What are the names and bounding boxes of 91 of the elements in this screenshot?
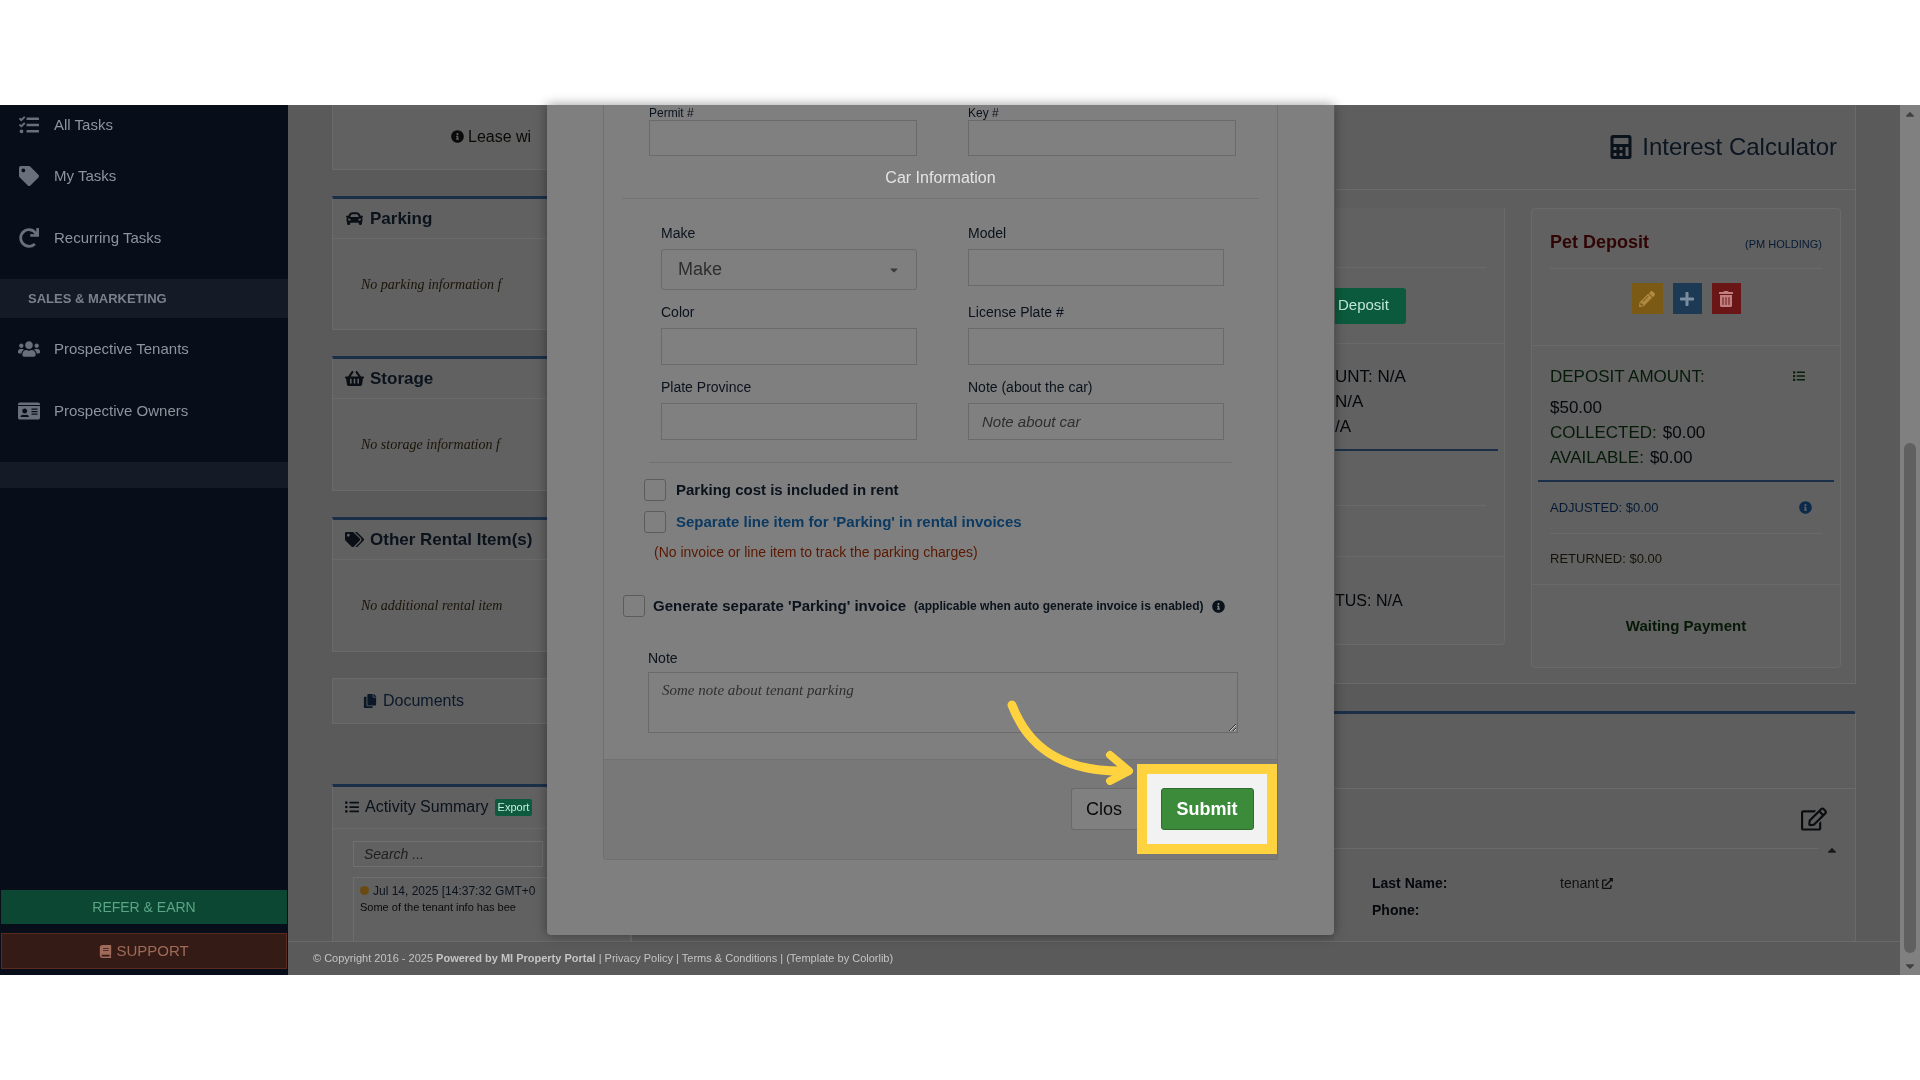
sidebar-icon [18,228,40,248]
panel-title: Other Rental Item(s) [370,528,533,551]
info-icon [1211,599,1225,613]
amount-value: $0.00 [1662,422,1706,444]
sidebar-item[interactable]: All Tasks [54,113,113,137]
entry-text: Some of the tenant info has bee [360,899,517,914]
scrollbar[interactable] [1900,105,1920,975]
scroll-thumb[interactable] [1904,443,1916,953]
amount-label: AVAILABLE: [1550,447,1644,469]
panel-title: Documents [383,690,464,711]
warning-text: (No invoice or line item to track the parking charges) [654,543,979,562]
info-icon [451,130,464,144]
sidebar-icon [18,115,40,135]
checkbox[interactable] [644,479,666,502]
lease-note: Lease wi [468,126,532,147]
card-title: Pet Deposit [1550,231,1650,254]
info-icon [1799,501,1812,514]
empty-note: No additional rental item [361,596,503,615]
empty-note: No parking information f [361,275,502,294]
checkbox-label: Separate line item for 'Parking' in rental invoices [676,511,1022,532]
status-line: TUS: N/A [1335,590,1403,611]
tags-icon [345,531,364,549]
checkbox-label: Parking cost is included in rent [676,480,899,500]
field-label: Plate Province [661,378,753,397]
field-label: License Plate # [968,303,1065,322]
amount-label: DEPOSIT AMOUNT: [1550,366,1706,388]
export-button[interactable]: Export [494,799,533,816]
empty-note: No storage information f [361,436,500,455]
holding-label: (PM HOLDING) [1745,236,1822,252]
list-icon [345,800,359,815]
plus-icon [1679,290,1695,307]
note-textarea[interactable]: Some note about tenant parking [648,671,1238,733]
panel-title: Parking [370,207,433,230]
edit-icon [1801,806,1827,831]
add-button[interactable] [1672,283,1702,314]
refer-button[interactable]: REFER & EARN [1,890,287,924]
sidebar-item[interactable]: Recurring Tasks [54,226,162,250]
contact-label: Last Name: [1372,874,1449,894]
search-field[interactable]: Search ... [353,840,543,867]
delete-button[interactable] [1711,283,1741,314]
calculator-icon [1610,135,1633,159]
hint-text: (applicable when auto generate invoice is enabled) [914,598,1204,616]
panel-title: Storage [370,368,434,391]
field-label: Make [661,224,697,243]
returned-text: RETURNED: $0.00 [1550,550,1662,569]
deposit-button[interactable]: Deposit [1335,287,1406,324]
deposit-line: /A [1335,416,1353,438]
field-label: Note [648,648,679,668]
sidebar-item[interactable]: Prospective Tenants [54,337,189,361]
car-icon [345,209,364,227]
contact-value: tenant [1560,874,1599,894]
checkbox[interactable] [644,510,666,533]
external-link-icon[interactable] [1601,878,1613,890]
payment-status: Waiting Payment [1625,615,1747,636]
deposit-line: UNT: N/A [1335,366,1407,388]
sidebar-icon [18,339,40,359]
make-select[interactable]: Make [661,249,917,290]
submit-button[interactable]: Submit [1160,788,1254,831]
book-icon [99,944,113,958]
entry-date: Jul 14, 2025 [14:37:32 GMT+0 [373,882,536,900]
text-field[interactable]: Note about car [968,403,1224,440]
field-label: Key # [968,107,1000,120]
field-label: Note (about the car) [968,378,1094,397]
contact-label: Phone: [1372,901,1421,921]
basket-icon [345,370,364,388]
amount-value: $50.00 [1550,397,1603,419]
copy-icon [363,693,377,708]
sidebar-section-header: SALES & MARKETING [0,279,288,318]
support-button[interactable]: SUPPORT [1,933,287,969]
adjusted-text: ADJUSTED: $0.00 [1550,498,1659,517]
pencil-icon [1639,290,1655,307]
close-button[interactable]: Clos [1071,788,1137,831]
field-label: Model [968,224,1008,243]
checkbox-label: Generate separate 'Parking' invoice [653,596,907,616]
edit-button[interactable] [1631,283,1663,314]
panel-title: Interest Calculator [1642,132,1837,162]
field-label: Color [661,303,696,322]
amount-value: $0.00 [1649,447,1693,469]
sidebar-item[interactable]: Prospective Owners [54,399,189,423]
field-label: Permit # [649,107,695,120]
section-title: Car Information [885,168,996,188]
amount-label: COLLECTED: [1550,422,1657,444]
deposit-line: N/A [1335,391,1365,413]
checkbox[interactable] [623,595,645,618]
sidebar-icon [18,401,40,421]
panel-title: Activity Summary [365,797,489,818]
footer-text: © Copyright 2016 - 2025 Powered by MI Property Portal | Privacy Policy | Terms & Conditions | (Template by Colorlib) [313,951,894,967]
list-icon [1792,370,1806,382]
sidebar-icon [18,166,40,186]
trash-icon [1719,290,1733,307]
sidebar-item[interactable]: My Tasks [54,164,117,188]
